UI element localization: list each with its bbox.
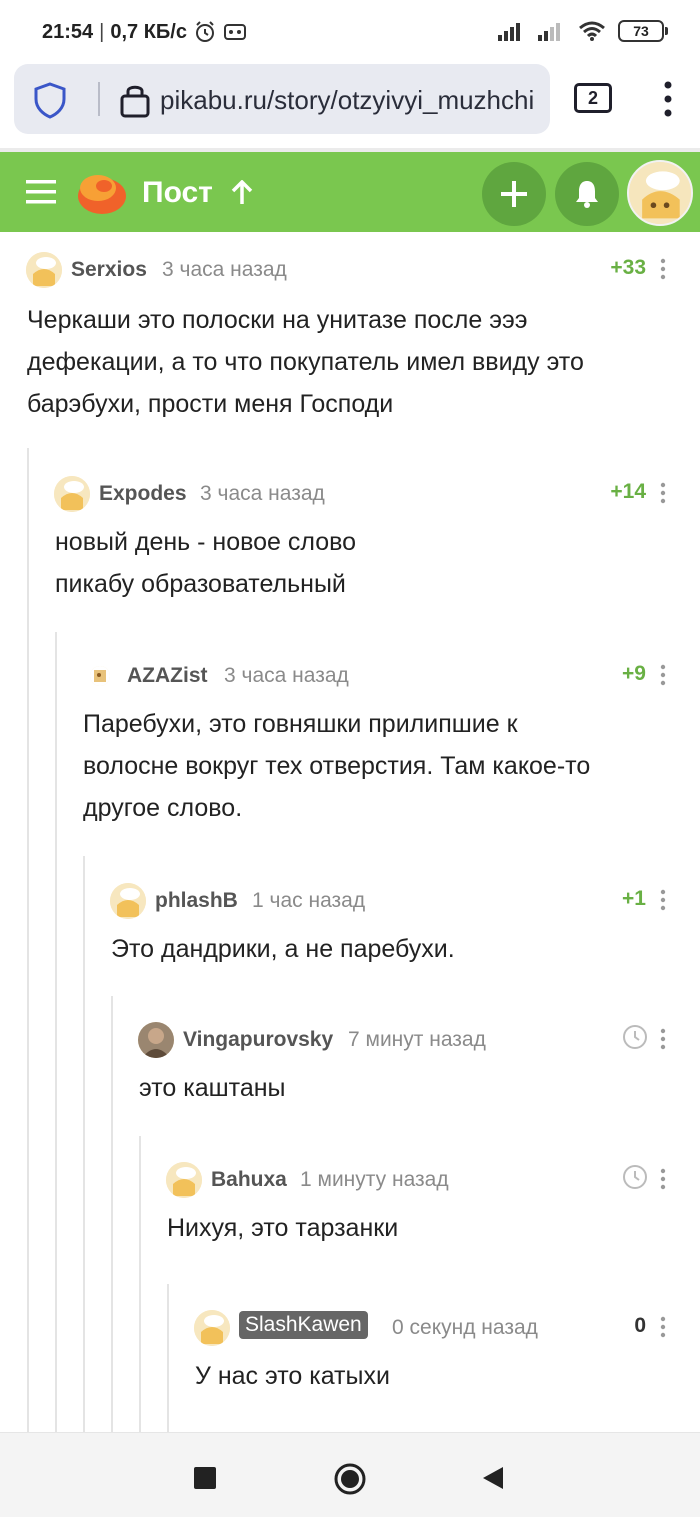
recents-icon[interactable] bbox=[194, 1467, 216, 1489]
url-text[interactable]: pikabu.ru/story/otzyivyi_muzhchi bbox=[160, 85, 534, 116]
comment-rating: +1 bbox=[622, 887, 646, 910]
more-vertical-icon[interactable] bbox=[660, 889, 666, 911]
comment-text-line: У нас это катыхи bbox=[195, 1362, 390, 1390]
comment-author[interactable]: AZAZist bbox=[127, 664, 208, 688]
comment-text-line: новый день - новое слово bbox=[55, 528, 357, 556]
lock-icon[interactable] bbox=[118, 82, 152, 118]
comment-time[interactable]: 1 час назад bbox=[252, 889, 365, 913]
page-title: Пост bbox=[142, 176, 213, 209]
comment-rating: +14 bbox=[610, 480, 646, 503]
comment-time[interactable]: 3 часа назад bbox=[224, 664, 349, 688]
browser-toolbar: pikabu.ru/story/otzyivyi_muzhchi 2 bbox=[0, 62, 700, 148]
site-header: Пост bbox=[0, 148, 700, 232]
wifi-icon bbox=[579, 21, 605, 41]
bell-icon bbox=[576, 181, 598, 208]
status-network-speed: 0,7 КБ/с bbox=[110, 20, 187, 43]
comment-time[interactable]: 3 часа назад bbox=[200, 482, 325, 506]
status-time: 21:54 bbox=[42, 20, 94, 43]
comment: Bahuxa 1 минуту назад Нихуя, это тарзанк… bbox=[0, 1162, 700, 1262]
more-vertical-icon[interactable] bbox=[660, 258, 666, 280]
comment-header: Serxios 3 часа назад +33 bbox=[26, 252, 700, 288]
comment-rating: 0 bbox=[634, 1314, 646, 1337]
menu-icon[interactable] bbox=[26, 180, 56, 204]
avatar-image bbox=[629, 162, 691, 224]
comment-text-line: барэбухи, прости меня Господи bbox=[27, 390, 394, 418]
comment-text-line: Это дандрики, а не паребухи. bbox=[111, 935, 455, 963]
pikabu-logo-icon[interactable] bbox=[76, 166, 128, 218]
comment-author[interactable]: Expodes bbox=[99, 482, 187, 506]
comment-header: Bahuxa 1 минуту назад bbox=[166, 1162, 700, 1198]
home-icon[interactable] bbox=[333, 1462, 367, 1496]
plus-icon bbox=[501, 181, 527, 207]
signal-2-icon bbox=[538, 23, 560, 41]
avatar[interactable] bbox=[54, 476, 90, 512]
comment-author[interactable]: SlashKawen bbox=[239, 1311, 368, 1339]
comment-text-line: Черкаши это полоски на унитазе после эээ bbox=[27, 306, 528, 334]
comment: SlashKawen 0 секунд назад 0 У нас это ка… bbox=[0, 1310, 700, 1410]
user-avatar[interactable] bbox=[627, 160, 693, 226]
add-post-button[interactable] bbox=[482, 162, 546, 226]
more-vertical-icon[interactable] bbox=[660, 1168, 666, 1190]
more-vertical-icon[interactable] bbox=[658, 80, 678, 118]
tabs-button[interactable]: 2 bbox=[574, 83, 612, 113]
back-icon[interactable] bbox=[482, 1466, 504, 1490]
comment: Serxios 3 часа назад +33 Черкаши это пол… bbox=[0, 252, 700, 432]
comment-text-line: Нихуя, это тарзанки bbox=[167, 1214, 399, 1242]
avatar[interactable] bbox=[26, 252, 62, 288]
comment-header: Vingapurovsky 7 минут назад bbox=[138, 1022, 700, 1058]
comment-time[interactable]: 0 секунд назад bbox=[392, 1316, 538, 1340]
comment-author[interactable]: Serxios bbox=[71, 258, 147, 282]
comment-text-line: Паребухи, это говняшки прилипшие к bbox=[83, 710, 518, 738]
comment: AZAZist 3 часа назад +9 Паребухи, это го… bbox=[0, 658, 700, 838]
screen-record-icon bbox=[223, 24, 246, 40]
notifications-button[interactable] bbox=[555, 162, 619, 226]
comment-time[interactable]: 7 минут назад bbox=[348, 1028, 486, 1052]
comment-rating: +9 bbox=[622, 662, 646, 685]
comment-author[interactable]: Bahuxa bbox=[211, 1168, 287, 1192]
comment-time[interactable]: 1 минуту назад bbox=[300, 1168, 449, 1192]
comment-author[interactable]: phlashB bbox=[155, 889, 238, 913]
avatar[interactable] bbox=[166, 1162, 202, 1198]
comment-text-line: это каштаны bbox=[139, 1074, 286, 1102]
comment-rating: +33 bbox=[610, 256, 646, 279]
signal-icon bbox=[498, 23, 520, 41]
avatar[interactable] bbox=[138, 1022, 174, 1058]
more-vertical-icon[interactable] bbox=[660, 482, 666, 504]
shield-icon[interactable] bbox=[32, 81, 68, 119]
battery-indicator: 73 bbox=[618, 20, 668, 42]
address-bar[interactable]: pikabu.ru/story/otzyivyi_muzhchi bbox=[14, 64, 550, 134]
comment: phlashB 1 час назад +1 Это дандрики, а н… bbox=[0, 883, 700, 983]
comment-time[interactable]: 3 часа назад bbox=[162, 258, 287, 282]
status-bar: 21:54 | 0,7 КБ/с 73 bbox=[0, 0, 700, 62]
more-vertical-icon[interactable] bbox=[660, 1028, 666, 1050]
alarm-icon bbox=[195, 21, 214, 42]
comment-header: SlashKawen 0 секунд назад 0 bbox=[194, 1310, 700, 1346]
comment-text-line: дефекации, а то что покупатель имел ввид… bbox=[27, 348, 584, 376]
comment: Vingapurovsky 7 минут назад это каштаны bbox=[0, 1022, 700, 1122]
comment-text-line: волосне вокруг тех отверстия. Там какое-… bbox=[83, 752, 591, 780]
more-vertical-icon[interactable] bbox=[660, 664, 666, 686]
clock-icon bbox=[623, 1165, 647, 1189]
clock-icon bbox=[623, 1025, 647, 1049]
avatar[interactable] bbox=[110, 883, 146, 919]
comment-text-line: пикабу образовательный bbox=[55, 570, 346, 598]
arrow-up-icon[interactable] bbox=[230, 180, 254, 206]
comment-text-line: другое слово. bbox=[83, 794, 243, 822]
comment: Expodes 3 часа назад +14 новый день - но… bbox=[0, 476, 700, 616]
comment-author[interactable]: Vingapurovsky bbox=[183, 1028, 333, 1052]
avatar[interactable] bbox=[90, 666, 110, 686]
avatar[interactable] bbox=[194, 1310, 230, 1346]
comment-header: Expodes 3 часа назад +14 bbox=[54, 476, 700, 512]
more-vertical-icon[interactable] bbox=[660, 1316, 666, 1338]
system-navigation-bar bbox=[0, 1432, 700, 1517]
comment-header: phlashB 1 час назад +1 bbox=[110, 883, 700, 919]
comment-header: AZAZist 3 часа назад +9 bbox=[82, 658, 700, 694]
